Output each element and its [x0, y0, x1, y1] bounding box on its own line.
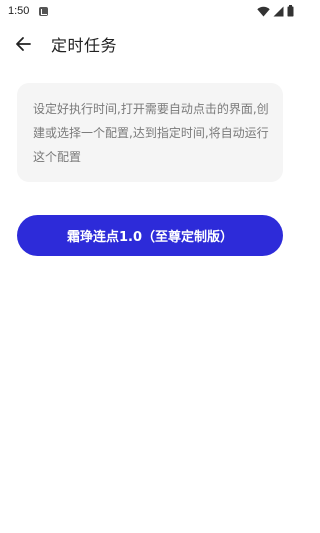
back-button[interactable]	[3, 24, 43, 64]
cell-signal-icon	[273, 6, 284, 16]
status-bar: 1:50	[0, 0, 300, 22]
status-icons	[257, 5, 294, 17]
app-bar: 定时任务	[0, 24, 300, 64]
info-description: 设定好执行时间,打开需要自动点击的界面,创建或选择一个配置,达到指定时间,将自动…	[33, 102, 269, 164]
page-title: 定时任务	[51, 36, 118, 55]
screen: 1:50 定时任务 设定好执行时间,打开需要自动点击的界面,创建或选择一个配置,…	[0, 0, 300, 533]
start-config-button[interactable]: 霜琤连点1.0（至尊定制版）	[17, 215, 283, 256]
wifi-icon	[257, 6, 270, 16]
arrow-back-icon	[16, 37, 31, 51]
status-time: 1:50	[8, 5, 30, 17]
notification-icon	[39, 6, 49, 16]
info-card: 设定好执行时间,打开需要自动点击的界面,创建或选择一个配置,达到指定时间,将自动…	[17, 83, 283, 182]
battery-icon	[287, 5, 294, 17]
